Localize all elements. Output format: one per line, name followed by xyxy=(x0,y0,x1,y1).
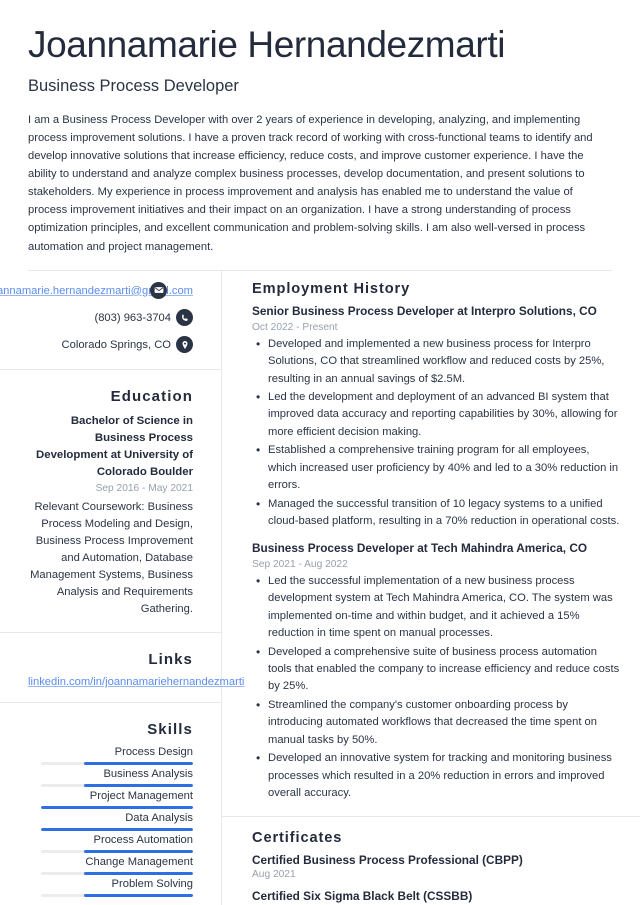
job-bullet: Established a comprehensive training pro… xyxy=(252,441,620,494)
skill-label: Process Automation xyxy=(93,834,194,847)
skill-label: Business Analysis xyxy=(103,768,193,781)
sidebar-divider-skills xyxy=(0,702,221,704)
job-dates: Oct 2022 - Present xyxy=(252,321,338,333)
contact-phone-row[interactable]: (803) 963-3704 xyxy=(28,308,193,328)
main-column: Employment History Senior Business Proce… xyxy=(222,271,640,905)
skill-item: Process Design xyxy=(28,746,193,766)
education-description: Relevant Coursework: Business Process Mo… xyxy=(30,501,193,616)
job-title-subheading: Business Process Developer xyxy=(28,76,239,95)
job-title: Business Process Developer at Tech Mahin… xyxy=(252,540,588,555)
certificates-list: Certified Business Process Professional … xyxy=(252,853,620,905)
job-bullet: Developed a comprehensive suite of busin… xyxy=(252,643,620,696)
skill-label: Process Design xyxy=(114,746,193,759)
contact-location-row[interactable]: Colorado Springs, CO xyxy=(28,335,193,355)
skill-item: Project Management xyxy=(28,790,193,810)
links-section: Links linkedin.com/in/joannamariehernand… xyxy=(28,651,244,688)
resume-page: Joannamarie Hernandezmarti Business Proc… xyxy=(0,0,640,905)
linkedin-link[interactable]: linkedin.com/in/joannamariehernandezmart… xyxy=(28,676,244,688)
skill-bar-track xyxy=(41,894,193,898)
skills-list: Process Design Business Analysis Project M… xyxy=(28,746,194,898)
job-entry: Senior Business Process Developer at Int… xyxy=(252,304,620,531)
skill-item: Process Automation xyxy=(28,834,194,854)
phone-icon xyxy=(176,309,193,327)
skill-item: Problem Solving xyxy=(28,878,193,898)
skill-bar-track xyxy=(41,762,193,766)
education-degree: Bachelor of Science in Business Process … xyxy=(36,414,193,478)
sidebar-divider-links xyxy=(0,632,221,634)
skill-bar-fill xyxy=(41,828,193,832)
professional-summary: I am a Business Process Developer with o… xyxy=(28,113,593,253)
skill-item: Change Management xyxy=(28,856,193,876)
skill-label: Data Analysis xyxy=(125,812,193,825)
main-divider-certificates xyxy=(222,815,640,817)
location-text: Colorado Springs, CO xyxy=(61,338,171,351)
certificate-name: Certified Six Sigma Black Belt (CSSBB) xyxy=(252,888,473,903)
job-bullet-list: Led the successful implementation of a n… xyxy=(252,572,620,803)
skill-label: Change Management xyxy=(85,856,193,869)
certificate-name: Certified Business Process Professional … xyxy=(252,852,523,867)
job-bullet: Managed the successful transition of 10 … xyxy=(252,495,620,531)
skill-bar-fill xyxy=(83,872,193,876)
employment-heading: Employment History xyxy=(252,280,411,297)
skills-section: Skills Process Design Business Analysis Pr… xyxy=(28,721,194,898)
phone-text: (803) 963-3704 xyxy=(94,311,171,324)
contact-email-row[interactable]: joannamarie.hernandezmarti@gmail.com xyxy=(0,281,193,301)
job-bullet-list: Developed and implemented a new business… xyxy=(252,335,620,531)
skill-bar-track xyxy=(41,806,193,810)
skill-bar-track xyxy=(41,784,193,788)
job-entry: Business Process Developer at Tech Mahin… xyxy=(252,541,620,803)
job-bullet: Developed and implemented a new business… xyxy=(252,335,620,388)
certificate-date: Aug 2021 xyxy=(252,868,296,880)
skill-item: Data Analysis xyxy=(28,812,193,832)
skill-item: Business Analysis xyxy=(28,768,193,788)
education-heading: Education xyxy=(110,387,193,405)
employment-section: Employment History Senior Business Proce… xyxy=(252,281,620,803)
skill-bar-track xyxy=(41,828,193,832)
skill-bar-fill xyxy=(41,806,193,810)
certificates-section: Certificates Certified Business Process … xyxy=(252,830,620,905)
skill-label: Project Management xyxy=(89,790,193,803)
sidebar-divider-education xyxy=(0,368,221,370)
sidebar-column: joannamarie.hernandezmarti@gmail.com (80… xyxy=(0,270,244,905)
skill-bar-track xyxy=(41,872,193,876)
education-dates: Sep 2016 - May 2021 xyxy=(95,483,193,495)
job-bullet: Streamlined the company's customer onboa… xyxy=(252,696,620,749)
job-bullet: Led the successful implementation of a n… xyxy=(252,572,620,643)
education-section: Education Bachelor of Science in Busines… xyxy=(28,388,193,619)
page-title: Joannamarie Hernandezmarti xyxy=(28,24,506,65)
content-columns: joannamarie.hernandezmarti@gmail.com (80… xyxy=(0,270,640,905)
resume-header: Joannamarie Hernandezmarti Business Proc… xyxy=(0,0,640,271)
job-bullet: Developed an innovative system for track… xyxy=(252,749,620,802)
job-title: Senior Business Process Developer at Int… xyxy=(252,303,597,318)
job-dates: Sep 2021 - Aug 2022 xyxy=(252,558,348,570)
jobs-list: Senior Business Process Developer at Int… xyxy=(252,304,620,803)
skill-bar-track xyxy=(41,850,193,854)
skill-bar-fill xyxy=(83,850,193,854)
certificates-heading: Certificates xyxy=(252,829,343,846)
job-bullet: Led the development and deployment of an… xyxy=(252,388,620,441)
certificate-item: Certified Business Process Professional … xyxy=(252,853,620,880)
skill-bar-fill xyxy=(83,784,193,788)
skill-bar-fill xyxy=(83,894,193,898)
envelope-icon xyxy=(150,281,167,299)
links-heading: Links xyxy=(148,651,193,669)
skill-label: Problem Solving xyxy=(111,878,193,891)
skill-bar-fill xyxy=(83,762,193,766)
certificate-item: Certified Six Sigma Black Belt (CSSBB)No… xyxy=(252,889,620,905)
location-pin-icon xyxy=(176,336,193,354)
skills-heading: Skills xyxy=(147,721,193,739)
